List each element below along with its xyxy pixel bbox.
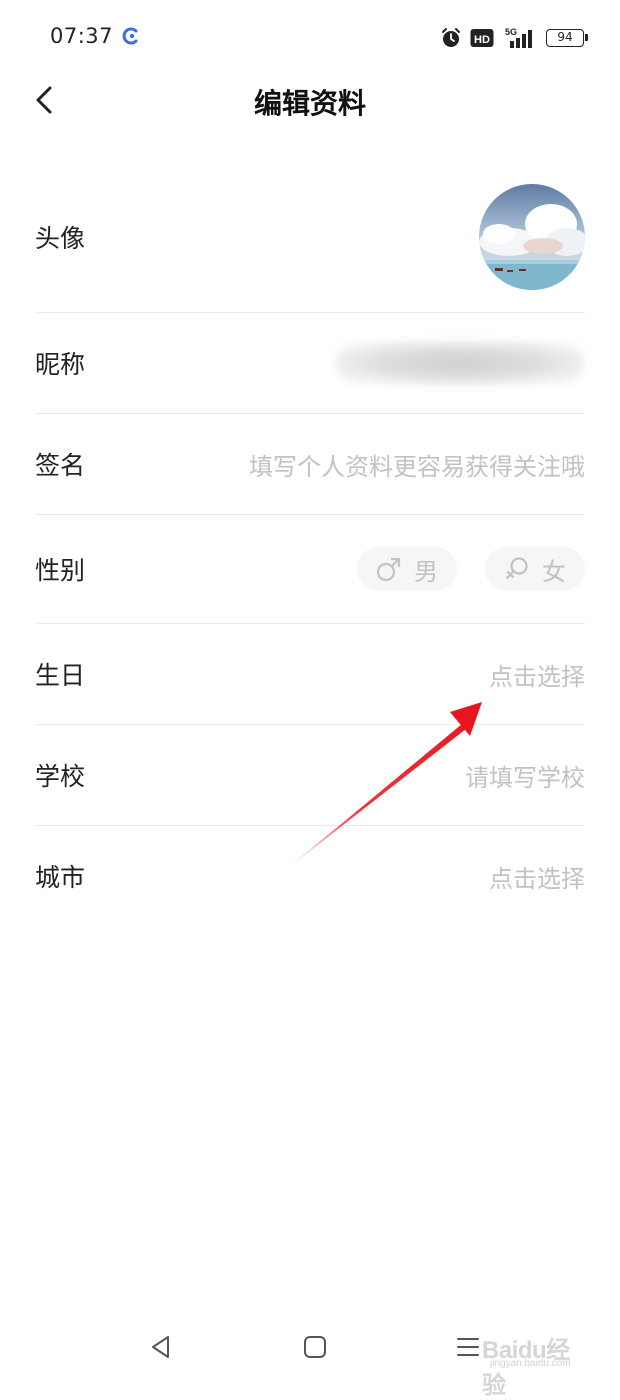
gender-female-label: 女 — [542, 557, 566, 586]
city-label: 城市 — [35, 863, 86, 892]
school-label: 学校 — [35, 762, 86, 791]
watermark-sub: jingyan.baidu.com — [490, 1358, 571, 1369]
nickname-value-blurred — [335, 341, 585, 385]
signature-label: 签名 — [35, 451, 86, 480]
signature-placeholder[interactable]: 填写个人资料更容易获得关注哦 — [249, 447, 585, 482]
status-icons: HD 5G 94 — [440, 26, 588, 50]
gender-male-label: 男 — [414, 557, 438, 586]
city-placeholder[interactable]: 点击选择 — [489, 859, 585, 894]
row-city[interactable]: 城市 点击选择 — [35, 826, 585, 926]
signal-5g-icon: 5G — [505, 27, 532, 48]
status-bar: 07:37 HD 5G 94 — [0, 0, 620, 74]
alarm-icon — [442, 28, 460, 47]
avatar-label: 头像 — [35, 224, 86, 253]
gender-female-button[interactable]: 女 — [485, 547, 585, 591]
nav-back-icon[interactable] — [148, 1334, 174, 1360]
hd-text: HD — [474, 34, 490, 46]
nav-home-icon[interactable] — [303, 1335, 327, 1359]
row-school[interactable]: 学校 请填写学校 — [35, 725, 585, 826]
hd-icon: HD — [470, 29, 494, 47]
nav-menu-icon[interactable] — [456, 1336, 480, 1358]
row-birthday[interactable]: 生日 点击选择 — [35, 624, 585, 725]
app-c-icon — [122, 27, 138, 45]
avatar-image — [479, 184, 585, 290]
female-icon — [505, 557, 528, 580]
nav-header: 编辑资料 — [0, 74, 620, 130]
network-text: 5G — [505, 27, 517, 37]
male-icon — [376, 557, 401, 582]
gender-label: 性别 — [35, 556, 86, 585]
gender-options: 男 女 — [357, 547, 585, 591]
battery-icon: 94 — [546, 29, 588, 47]
row-signature[interactable]: 签名 填写个人资料更容易获得关注哦 — [35, 414, 585, 515]
row-avatar[interactable]: 头像 — [35, 162, 585, 313]
watermark: Baidu经验 jingyan.baidu.com — [482, 1330, 592, 1399]
watermark-brand: Baidu经验 — [482, 1337, 570, 1399]
row-nickname[interactable]: 昵称 — [35, 313, 585, 414]
gender-male-button[interactable]: 男 — [357, 547, 457, 591]
battery-level: 94 — [557, 30, 573, 44]
page-title: 编辑资料 — [253, 87, 366, 120]
school-placeholder[interactable]: 请填写学校 — [465, 758, 585, 793]
birthday-label: 生日 — [35, 661, 86, 690]
birthday-placeholder[interactable]: 点击选择 — [489, 657, 585, 692]
avatar[interactable] — [479, 184, 585, 290]
status-time: 07:37 — [50, 24, 114, 48]
nickname-label: 昵称 — [35, 350, 86, 379]
row-gender: 性别 男 女 — [35, 515, 585, 624]
